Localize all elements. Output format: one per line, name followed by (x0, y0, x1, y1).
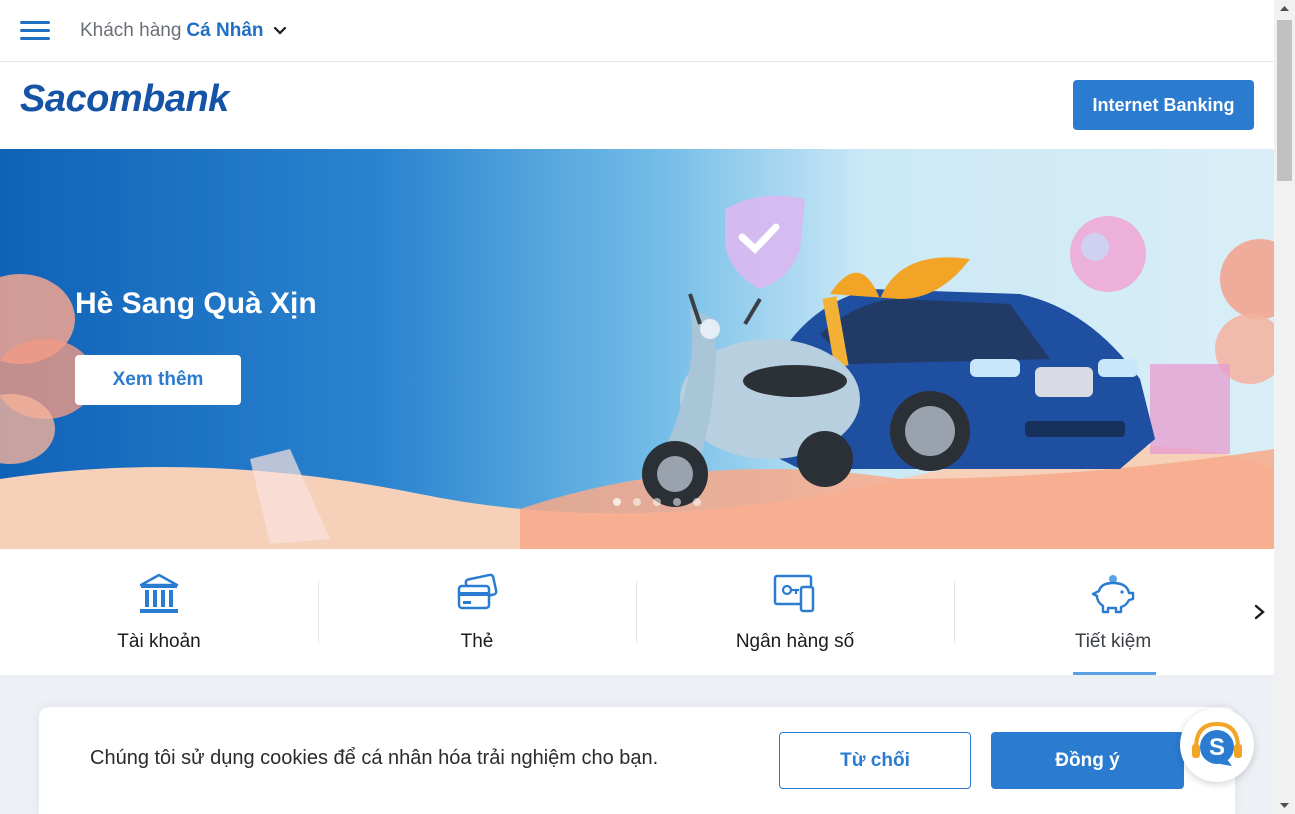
customer-segment-selector[interactable]: Khách hàng Cá Nhân (80, 20, 288, 42)
hero-illustration (0, 195, 1274, 549)
cookie-consent-bar: Chúng tôi sử dụng cookies để cá nhân hóa… (39, 707, 1235, 814)
scroll-up-arrow-icon[interactable] (1274, 0, 1295, 18)
quick-nav-label-savings: Tiết kiệm (1074, 631, 1152, 652)
scrollbar-thumb[interactable] (1277, 20, 1292, 181)
menu-icon[interactable] (20, 21, 50, 41)
cookie-reject-button[interactable]: Từ chối (779, 732, 971, 789)
scroll-down-arrow-icon[interactable] (1274, 796, 1295, 814)
hero-see-more-button[interactable]: Xem thêm (75, 355, 241, 405)
chevron-right-icon[interactable] (1250, 601, 1270, 623)
svg-text:S: S (1209, 734, 1225, 761)
internet-banking-button[interactable]: Internet Banking (1073, 80, 1254, 130)
segment-value: Cá Nhân (186, 20, 264, 41)
support-agent-icon: S (1192, 721, 1242, 766)
piggy-bank-icon (1091, 575, 1135, 614)
segment-prefix: Khách hàng (80, 20, 182, 41)
cookie-accept-button[interactable]: Đồng ý (991, 732, 1184, 789)
chat-support-button[interactable]: S (1180, 708, 1254, 782)
quick-nav-item-savings[interactable]: Tiết kiệm (954, 549, 1272, 675)
top-bar: Khách hàng Cá Nhân (0, 0, 1274, 62)
quick-nav-item-cards[interactable]: Thẻ (318, 549, 636, 675)
card-icon (457, 573, 498, 610)
quick-nav-item-digital-banking[interactable]: Ngân hàng số (636, 549, 954, 675)
cookie-message: Chúng tôi sử dụng cookies để cá nhân hóa… (90, 747, 659, 769)
hero-banner: Hè Sang Quà Xịn Xem thêm (0, 149, 1274, 549)
hero-title: Hè Sang Quà Xịn (75, 287, 317, 320)
digital-banking-icon (773, 574, 815, 613)
page-scrollbar[interactable] (1274, 0, 1295, 814)
sacombank-logo[interactable]: Sacombank (20, 78, 229, 121)
quick-nav: Tài khoản Thẻ Ngân hàng số Tiết kiệm (0, 549, 1274, 675)
site-header: Sacombank Internet Banking (0, 62, 1274, 149)
chevron-down-icon (273, 26, 286, 35)
quick-nav-item-accounts[interactable]: Tài khoản (0, 549, 318, 675)
quick-nav-label-cards: Thẻ (460, 631, 494, 652)
bank-icon (139, 573, 179, 613)
quick-nav-label-accounts: Tài khoản (117, 631, 201, 652)
quick-nav-label-digital-banking: Ngân hàng số (735, 631, 855, 652)
